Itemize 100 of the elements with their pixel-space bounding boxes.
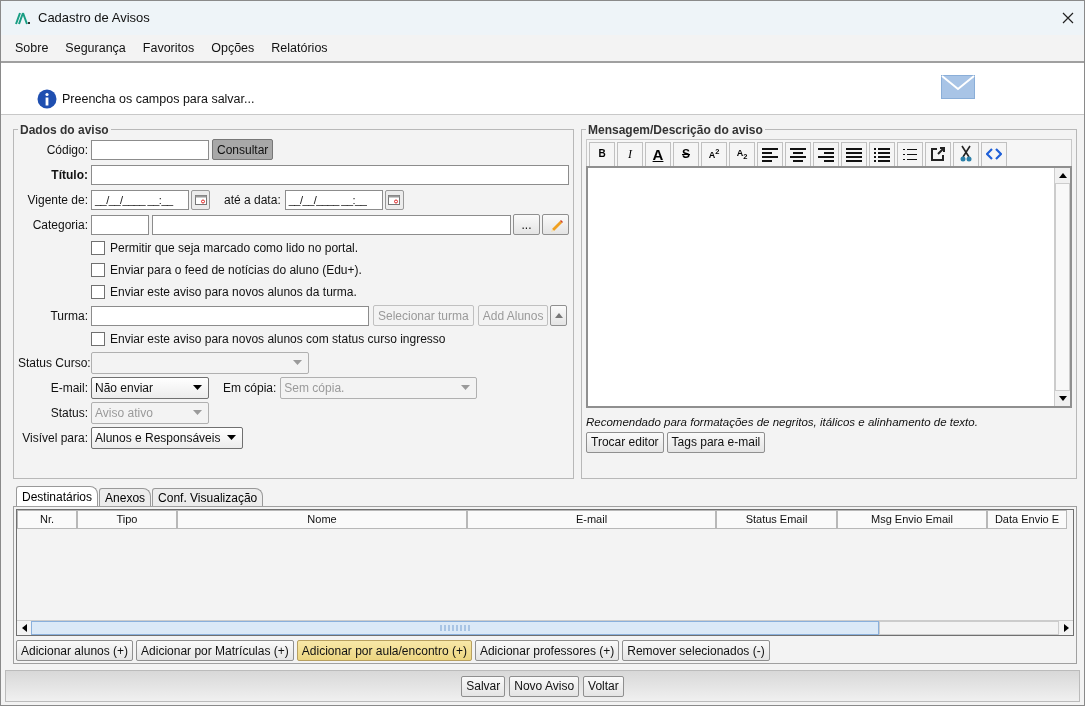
input-field[interactable] xyxy=(91,305,369,326)
field-label: Título: xyxy=(50,167,88,182)
field-label: Código: xyxy=(45,142,88,157)
align-left-button[interactable] xyxy=(757,141,783,167)
footer-button[interactable]: Voltar xyxy=(583,675,624,697)
column-header[interactable]: Nr. xyxy=(17,510,77,530)
consult-button[interactable]: Consultar xyxy=(212,139,274,161)
caret-icon xyxy=(293,360,302,366)
justify-icon xyxy=(844,145,864,164)
checkbox[interactable] xyxy=(91,241,105,256)
add-button[interactable]: Remover selecionados (-) xyxy=(622,640,770,662)
browse-button[interactable]: ... xyxy=(513,214,540,236)
right-arrow-icon[interactable] xyxy=(1063,624,1069,633)
field-label: Visível para: xyxy=(21,430,88,445)
checkbox-label: Enviar este aviso para novos alunos da turma. xyxy=(110,285,357,300)
editor-button[interactable]: Trocar editor xyxy=(586,431,664,453)
font-color-button[interactable]: A xyxy=(645,141,671,167)
caret-icon xyxy=(461,385,471,391)
checkbox-label: Enviar para o feed de notícias do aluno (Edu+). xyxy=(110,263,362,278)
input-field[interactable] xyxy=(91,214,149,235)
tab[interactable]: Anexos xyxy=(99,488,152,507)
calendar-icon xyxy=(388,194,401,205)
section-title: Dados do aviso xyxy=(19,122,110,137)
down-arrow-icon[interactable] xyxy=(1058,395,1067,401)
align-right-button[interactable] xyxy=(813,141,839,167)
field-label: E-mail: xyxy=(49,380,88,395)
footer-button[interactable]: Salvar xyxy=(461,675,506,697)
code-icon xyxy=(986,147,1002,162)
input-field[interactable] xyxy=(91,139,209,160)
align-left-icon xyxy=(760,145,780,164)
menu-item[interactable]: Segurança xyxy=(65,40,126,55)
up-arrow-icon[interactable] xyxy=(1058,172,1067,178)
caret-icon xyxy=(227,435,236,441)
column-header[interactable]: E-mail xyxy=(467,510,716,530)
strike-button[interactable]: S xyxy=(673,141,699,167)
footer-button[interactable]: Novo Aviso xyxy=(509,675,580,697)
info-message: Preencha os campos para salvar... xyxy=(62,91,255,108)
input-field[interactable] xyxy=(152,214,511,235)
menu-item[interactable]: Sobre xyxy=(15,40,49,55)
tab[interactable]: Destinatários xyxy=(16,486,99,507)
external-link-icon xyxy=(930,146,946,163)
field-label: Turma: xyxy=(49,308,88,323)
edit-button[interactable] xyxy=(542,214,569,236)
caret-icon xyxy=(193,385,202,391)
dropdown[interactable]: Alunos e Responsáveis xyxy=(91,426,243,449)
field-label: Em cópia: xyxy=(223,380,277,395)
menu-item[interactable]: Opções xyxy=(211,40,255,55)
bold-button[interactable]: B xyxy=(589,141,615,167)
menu-item[interactable]: Favoritos xyxy=(142,40,195,55)
close-icon[interactable] xyxy=(1062,11,1074,24)
add-button[interactable]: Adicionar por Matrículas (+) xyxy=(136,640,294,662)
italic-button[interactable]: I xyxy=(617,141,643,167)
numbered-list-button[interactable] xyxy=(897,141,923,167)
left-arrow-icon[interactable] xyxy=(21,624,27,633)
window-title: Cadastro de Avisos xyxy=(38,10,151,26)
menu-item[interactable]: Relatórios xyxy=(271,40,328,55)
hint-text: Recomendado para formatações de negritos, itálicos e alinhamento de texto. xyxy=(586,415,979,428)
checkbox[interactable] xyxy=(91,285,105,300)
column-header[interactable]: Tipo xyxy=(77,510,177,530)
add-button[interactable]: Adicionar por aula/encontro (+) xyxy=(296,640,472,662)
scroll-up-button[interactable] xyxy=(550,305,568,327)
input-field[interactable] xyxy=(91,164,569,185)
date-field[interactable]: __/__/____ __:__ xyxy=(91,189,189,210)
add-button[interactable]: Adicionar alunos (+) xyxy=(16,640,134,662)
field-label: Status Curso: xyxy=(18,355,88,370)
date-field[interactable]: __/__/____ __:__ xyxy=(284,189,383,210)
tab[interactable]: Conf. Visualização xyxy=(152,488,264,507)
calendar-button[interactable] xyxy=(384,189,404,210)
bullet-list-button[interactable] xyxy=(869,141,895,167)
justify-button[interactable] xyxy=(841,141,867,167)
field-label: Categoria: xyxy=(31,217,88,232)
align-center-button[interactable] xyxy=(785,141,811,167)
align-right-icon xyxy=(816,145,836,164)
vertical-scrollbar[interactable] xyxy=(1054,167,1070,406)
calendar-button[interactable] xyxy=(191,189,210,210)
calendar-icon xyxy=(194,194,207,205)
checkbox[interactable] xyxy=(91,263,105,278)
field-label: Vigente de: xyxy=(26,192,88,207)
add-button[interactable]: Adicionar professores (+) xyxy=(474,640,620,662)
logo-icon xyxy=(15,10,31,25)
external-link-button[interactable] xyxy=(925,141,951,167)
editor-button[interactable]: Tags para e-mail xyxy=(666,431,766,453)
column-header[interactable]: Nome xyxy=(177,510,467,530)
checkbox[interactable] xyxy=(91,332,105,347)
field-label: até a data: xyxy=(224,192,281,207)
checkbox-label: Enviar este aviso para novos alunos com status curso ingresso xyxy=(110,332,446,347)
envelope-icon xyxy=(941,74,975,99)
column-header[interactable]: Status Email xyxy=(716,510,837,530)
dropdown[interactable]: Não enviar xyxy=(91,376,209,399)
column-header[interactable]: Msg Envio Email xyxy=(837,510,987,530)
subscript-button[interactable]: A$_{2}$ xyxy=(729,141,755,167)
align-center-icon xyxy=(788,145,808,164)
column-header[interactable]: Data Envio E xyxy=(987,510,1067,530)
caret-icon xyxy=(193,410,202,416)
section-title: Mensagem/Descrição do aviso xyxy=(587,122,764,137)
cut-button[interactable] xyxy=(953,141,979,167)
source-button[interactable] xyxy=(981,141,1007,167)
horizontal-scrollbar[interactable] xyxy=(17,620,1073,636)
superscript-button[interactable]: A$^{2}$ xyxy=(701,141,727,167)
up-arrow-icon xyxy=(554,313,563,319)
